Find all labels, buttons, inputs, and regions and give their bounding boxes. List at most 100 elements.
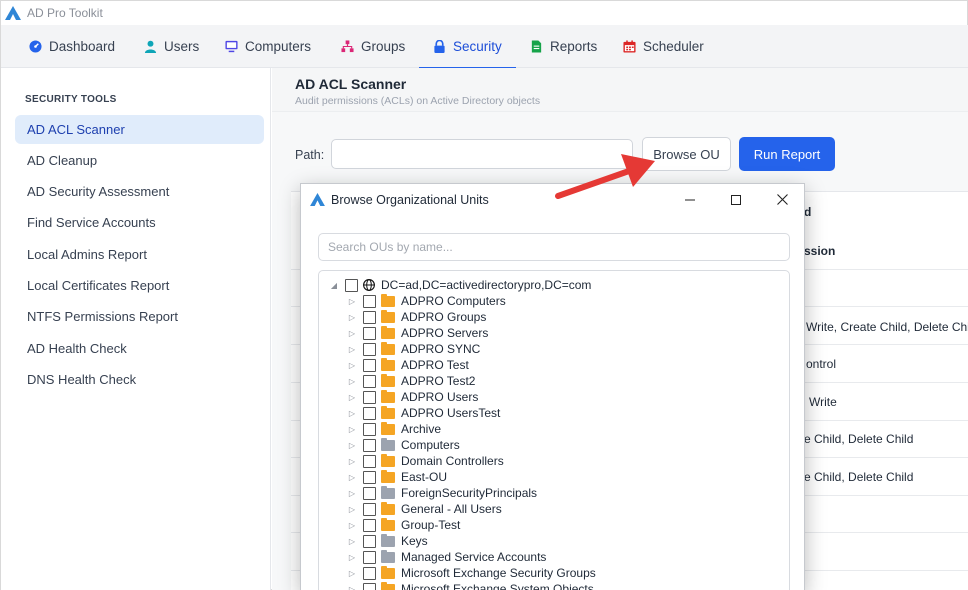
tree-checkbox[interactable] <box>363 566 376 580</box>
tree-item[interactable]: ▷ ADPRO Servers <box>347 325 488 341</box>
tree-item[interactable]: ▷ Computers <box>347 437 460 453</box>
groups-icon <box>341 40 354 53</box>
tree-item[interactable]: ▷ Domain Controllers <box>347 453 504 469</box>
sidebar-item-ntfs-permissions-report[interactable]: NTFS Permissions Report <box>15 302 264 331</box>
lock-icon <box>434 40 445 53</box>
table-cell: Write <box>809 395 837 409</box>
folder-icon <box>381 373 395 387</box>
tab-users[interactable]: Users <box>144 25 199 68</box>
folder-icon <box>381 437 395 451</box>
expand-arrow-icon[interactable]: ▷ <box>347 328 357 338</box>
tree-item[interactable]: ▷ ADPRO UsersTest <box>347 405 500 421</box>
expand-arrow-icon[interactable]: ▷ <box>347 536 357 546</box>
tree-checkbox[interactable] <box>363 502 376 516</box>
tree-checkbox[interactable] <box>363 518 376 532</box>
sidebar-item-ad-health-check[interactable]: AD Health Check <box>15 334 264 363</box>
collapse-arrow-icon[interactable]: ◢ <box>329 280 339 290</box>
tab-scheduler[interactable]: Scheduler <box>623 25 704 68</box>
tree-checkbox[interactable] <box>345 278 358 292</box>
sidebar-item-label: NTFS Permissions Report <box>27 309 178 324</box>
tree-checkbox[interactable] <box>363 358 376 372</box>
expand-arrow-icon[interactable]: ▷ <box>347 488 357 498</box>
expand-arrow-icon[interactable]: ▷ <box>347 296 357 306</box>
sidebar-item-ad-security-assessment[interactable]: AD Security Assessment <box>15 177 264 206</box>
tree-checkbox[interactable] <box>363 310 376 324</box>
close-button[interactable] <box>759 184 804 215</box>
sidebar-item-label: Find Service Accounts <box>27 215 156 230</box>
expand-arrow-icon[interactable]: ▷ <box>347 424 357 434</box>
folder-icon <box>381 517 395 531</box>
expand-arrow-icon[interactable]: ▷ <box>347 568 357 578</box>
sidebar-item-find-service-accounts[interactable]: Find Service Accounts <box>15 208 264 237</box>
tree-item[interactable]: ▷ Group-Test <box>347 517 460 533</box>
tree-checkbox[interactable] <box>363 374 376 388</box>
tree-item[interactable]: ▷ Microsoft Exchange Security Groups <box>347 565 596 581</box>
dialog-title: Browse Organizational Units <box>331 193 489 207</box>
tree-item[interactable]: ▷ General - All Users <box>347 501 502 517</box>
run-report-button[interactable]: Run Report <box>739 137 835 171</box>
expand-arrow-icon[interactable]: ▷ <box>347 392 357 402</box>
tree-item[interactable]: ▷ ADPRO Computers <box>347 293 506 309</box>
expand-arrow-icon[interactable]: ▷ <box>347 504 357 514</box>
tree-checkbox[interactable] <box>363 486 376 500</box>
expand-arrow-icon[interactable]: ▷ <box>347 456 357 466</box>
page-subtitle: Audit permissions (ACLs) on Active Direc… <box>295 95 541 107</box>
tree-item[interactable]: ▷ ADPRO SYNC <box>347 341 480 357</box>
tree-checkbox[interactable] <box>363 390 376 404</box>
tree-item-label: ADPRO Servers <box>401 326 489 340</box>
sidebar-item-ad-acl-scanner[interactable]: AD ACL Scanner <box>15 115 264 144</box>
tree-item[interactable]: ▷ Archive <box>347 421 441 437</box>
tree-checkbox[interactable] <box>363 550 376 564</box>
tab-groups[interactable]: Groups <box>341 25 405 68</box>
expand-arrow-icon[interactable]: ▷ <box>347 584 357 590</box>
expand-arrow-icon[interactable]: ▷ <box>347 312 357 322</box>
tree-checkbox[interactable] <box>363 342 376 356</box>
expand-arrow-icon[interactable]: ▷ <box>347 440 357 450</box>
sidebar-item-ad-cleanup[interactable]: AD Cleanup <box>15 146 264 175</box>
tree-checkbox[interactable] <box>363 534 376 548</box>
domain-globe-icon <box>363 279 375 291</box>
tree-item[interactable]: ▷ Keys <box>347 533 428 549</box>
tree-checkbox[interactable] <box>363 326 376 340</box>
sidebar-item-local-admins-report[interactable]: Local Admins Report <box>15 240 264 269</box>
expand-arrow-icon[interactable]: ▷ <box>347 344 357 354</box>
expand-arrow-icon[interactable]: ▷ <box>347 376 357 386</box>
tree-item-label: ADPRO Computers <box>401 294 506 308</box>
tab-reports-label: Reports <box>550 39 598 54</box>
expand-arrow-icon[interactable]: ▷ <box>347 520 357 530</box>
expand-arrow-icon[interactable]: ▷ <box>347 360 357 370</box>
tree-item[interactable]: ▷ East-OU <box>347 469 447 485</box>
tree-checkbox[interactable] <box>363 454 376 468</box>
user-icon <box>144 40 157 53</box>
sidebar-item-local-certificates-report[interactable]: Local Certificates Report <box>15 271 264 300</box>
tree-checkbox[interactable] <box>363 422 376 436</box>
tree-item[interactable]: ▷ Microsoft Exchange System Objects <box>347 581 594 590</box>
tab-security[interactable]: Security <box>419 25 516 69</box>
tree-checkbox[interactable] <box>363 406 376 420</box>
tree-root-row[interactable]: ◢ DC=ad,DC=activedirectorypro,DC=com <box>329 277 592 293</box>
tab-reports[interactable]: Reports <box>530 25 597 68</box>
tree-item[interactable]: ▷ ADPRO Users <box>347 389 478 405</box>
expand-arrow-icon[interactable]: ▷ <box>347 408 357 418</box>
maximize-button[interactable] <box>713 184 759 215</box>
table-cell: e Child, Delete Child <box>804 470 914 484</box>
tree-item[interactable]: ▷ ForeignSecurityPrincipals <box>347 485 537 501</box>
tree-item[interactable]: ▷ Managed Service Accounts <box>347 549 546 565</box>
tree-checkbox[interactable] <box>363 294 376 308</box>
ou-search-input[interactable] <box>318 233 790 261</box>
sidebar-item-dns-health-check[interactable]: DNS Health Check <box>15 365 264 394</box>
expand-arrow-icon[interactable]: ▷ <box>347 472 357 482</box>
tree-checkbox[interactable] <box>363 438 376 452</box>
monitor-icon <box>225 40 238 53</box>
tree-item[interactable]: ▷ ADPRO Groups <box>347 309 486 325</box>
minimize-button[interactable] <box>667 184 713 215</box>
tree-item-label: Microsoft Exchange System Objects <box>401 582 594 590</box>
tree-item[interactable]: ▷ ADPRO Test2 <box>347 373 475 389</box>
expand-arrow-icon[interactable]: ▷ <box>347 552 357 562</box>
tree-checkbox[interactable] <box>363 582 376 590</box>
tree-item[interactable]: ▷ ADPRO Test <box>347 357 469 373</box>
tab-computers[interactable]: Computers <box>225 25 311 68</box>
sidebar-item-label: AD Cleanup <box>27 153 98 168</box>
tree-checkbox[interactable] <box>363 470 376 484</box>
tab-dashboard[interactable]: Dashboard <box>29 25 115 68</box>
